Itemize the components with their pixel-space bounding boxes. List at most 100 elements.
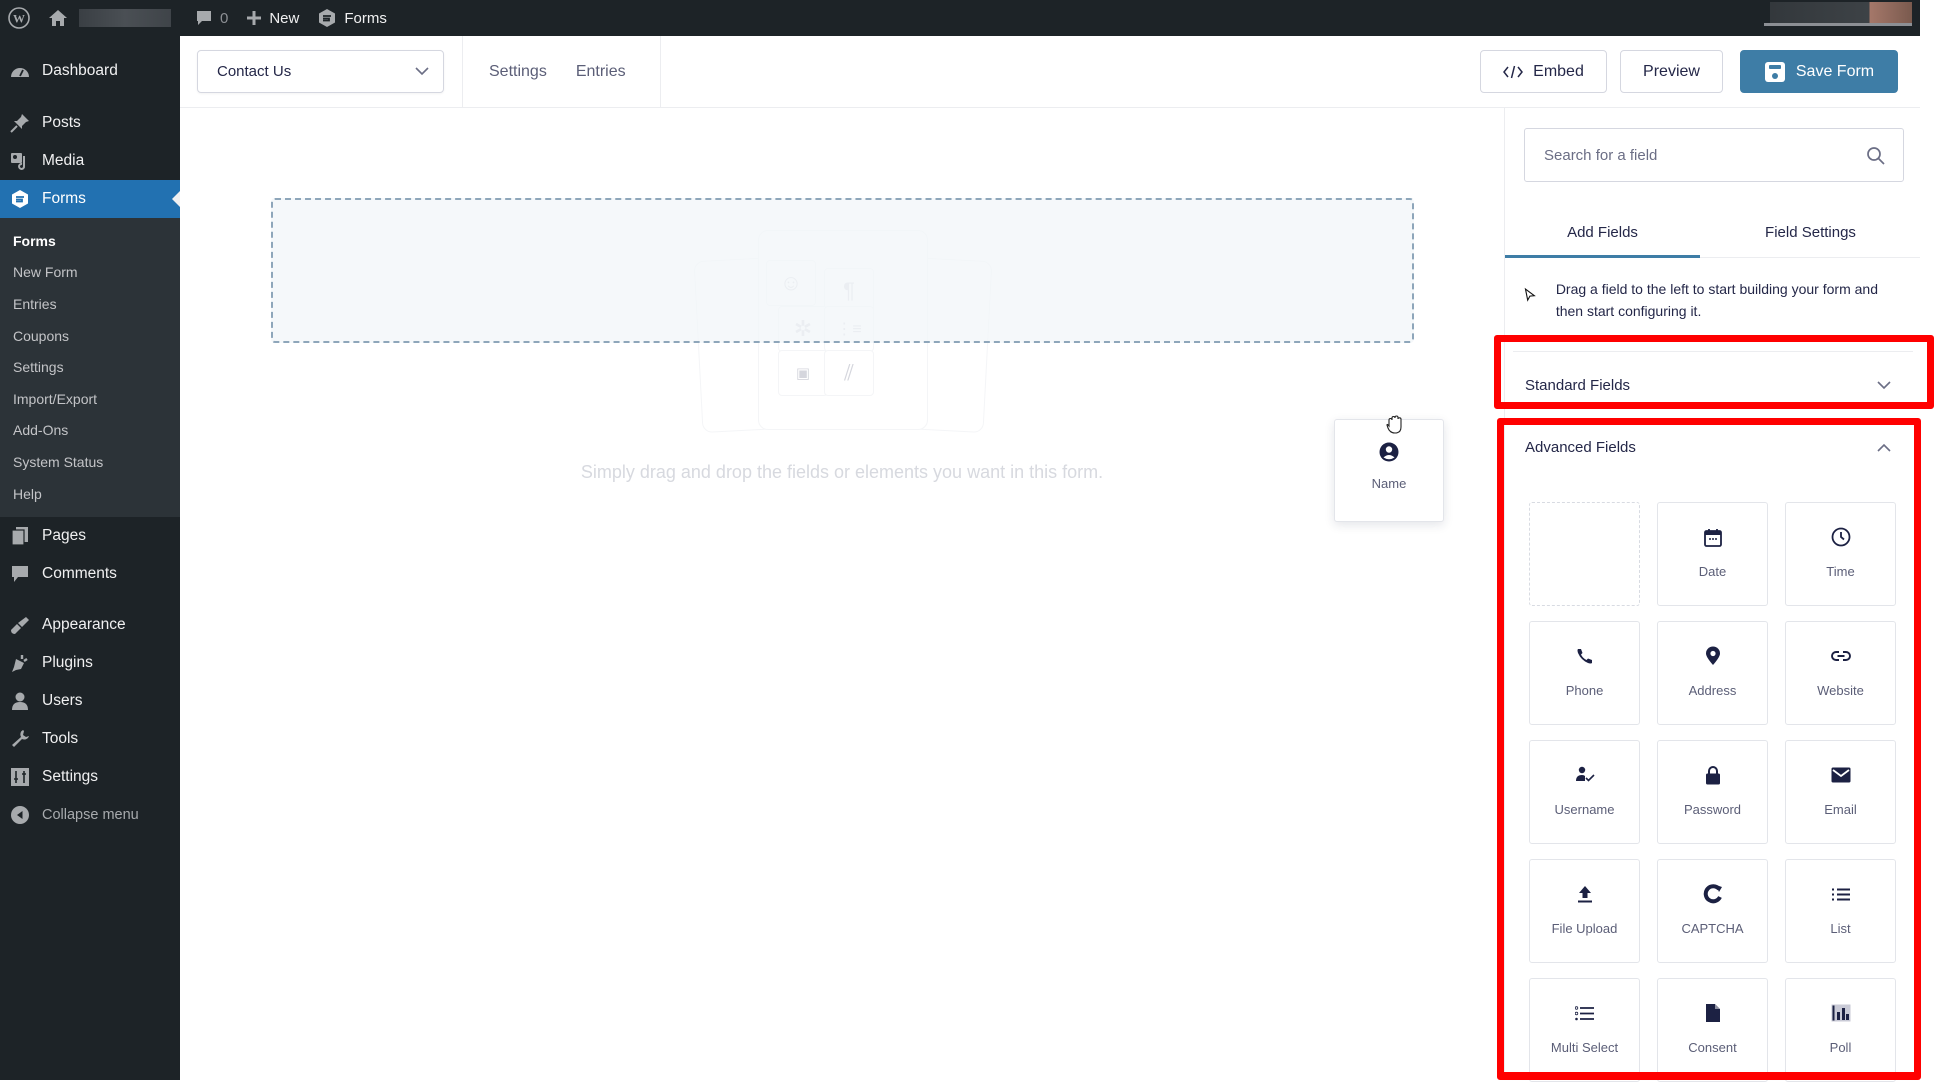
submenu-item-entries[interactable]: Entries <box>0 288 180 320</box>
field-button-website[interactable]: Website <box>1785 621 1896 725</box>
site-home-button[interactable] <box>39 0 180 36</box>
collapse-arrow-icon <box>10 805 30 825</box>
field-placeholder-slot <box>1529 502 1640 606</box>
chevron-down-icon <box>415 67 429 76</box>
menu-item-dashboard[interactable]: Dashboard <box>0 52 180 90</box>
slash-icon: ⫽ <box>824 350 874 396</box>
user-check-icon <box>1575 764 1595 786</box>
advanced-fields-grid: Date Time Phone Address Website Username… <box>1529 502 1896 1082</box>
form-canvas: ☺ ¶ ✲ ⋮≡ ▣ ⫽ Simply drag and drop the fi… <box>180 108 1504 1080</box>
save-form-label: Save Form <box>1795 62 1875 80</box>
field-label: Website <box>1817 683 1864 698</box>
menu-label: Media <box>42 152 85 169</box>
pointer-arrow-icon <box>1524 287 1536 302</box>
field-button-list[interactable]: List <box>1785 859 1896 963</box>
field-button-multi-select[interactable]: Multi Select <box>1529 978 1640 1082</box>
menu-item-comments[interactable]: Comments <box>0 555 180 593</box>
drag-hint: Drag a field to the left to start buildi… <box>1524 278 1904 322</box>
advanced-fields-toggle[interactable]: Advanced Fields <box>1513 426 1913 468</box>
list-icon <box>1831 883 1850 905</box>
field-label: Multi Select <box>1550 1040 1619 1055</box>
field-drop-zone[interactable] <box>271 198 1414 343</box>
field-button-date[interactable]: Date <box>1657 502 1768 606</box>
standard-fields-toggle[interactable]: Standard Fields <box>1513 351 1913 418</box>
toolbar-divider <box>462 36 463 108</box>
form-editor-toolbar: Contact Us Settings Entries Embed Previe… <box>180 36 1920 108</box>
standard-fields-title: Standard Fields <box>1525 376 1631 394</box>
page-edge <box>1920 0 1937 1080</box>
field-button-poll[interactable]: Poll <box>1785 978 1896 1082</box>
home-icon <box>49 10 67 26</box>
menu-label: Dashboard <box>42 62 118 79</box>
menu-label: Comments <box>42 565 117 583</box>
submenu-item-new-form[interactable]: New Form <box>0 257 180 289</box>
floppy-disk-icon <box>1764 61 1785 82</box>
toolbar-links: Settings Entries <box>489 36 626 108</box>
menu-item-forms[interactable]: Forms <box>0 180 180 218</box>
field-button-file-upload[interactable]: File Upload <box>1529 859 1640 963</box>
field-button-username[interactable]: Username <box>1529 740 1640 844</box>
sliders-icon <box>10 767 30 787</box>
upload-icon <box>1577 883 1592 905</box>
field-label: Poll <box>1829 1040 1852 1055</box>
entries-link[interactable]: Entries <box>576 63 626 81</box>
menu-item-appearance[interactable]: Appearance <box>0 606 180 644</box>
tab-field-settings[interactable]: Field Settings <box>1700 208 1921 257</box>
collapse-menu-button[interactable]: Collapse menu <box>0 796 180 834</box>
menu-label: Forms <box>42 190 86 207</box>
save-form-button[interactable]: Save Form <box>1740 50 1898 93</box>
user-icon <box>10 691 30 711</box>
dragging-field-label: Name <box>1371 476 1407 491</box>
field-button-time[interactable]: Time <box>1785 502 1896 606</box>
menu-item-pages[interactable]: Pages <box>0 517 180 555</box>
field-button-address[interactable]: Address <box>1657 621 1768 725</box>
toolbar-divider <box>660 36 661 108</box>
poll-icon <box>1831 1002 1851 1024</box>
field-button-captcha[interactable]: CAPTCHA <box>1657 859 1768 963</box>
new-content-button[interactable]: New <box>237 0 308 36</box>
field-button-email[interactable]: Email <box>1785 740 1896 844</box>
embed-button[interactable]: Embed <box>1480 50 1607 93</box>
search-icon <box>1867 146 1885 165</box>
menu-label: Users <box>42 692 83 710</box>
field-label: Phone <box>1565 683 1604 698</box>
menu-item-users[interactable]: Users <box>0 682 180 720</box>
submenu-item-settings[interactable]: Settings <box>0 351 180 383</box>
multi-select-icon <box>1575 1002 1594 1024</box>
submenu-item-help[interactable]: Help <box>0 478 180 510</box>
field-button-phone[interactable]: Phone <box>1529 621 1640 725</box>
account-divider <box>1764 23 1912 26</box>
submenu-item-system-status[interactable]: System Status <box>0 446 180 478</box>
menu-item-settings[interactable]: Settings <box>0 758 180 796</box>
form-switcher-select[interactable]: Contact Us <box>197 50 444 93</box>
forms-adminbar-button[interactable]: Forms <box>308 0 396 36</box>
pages-icon <box>10 526 30 546</box>
field-label: Password <box>1683 802 1742 817</box>
menu-item-tools[interactable]: Tools <box>0 720 180 758</box>
comments-button[interactable]: 0 <box>186 0 237 36</box>
field-button-password[interactable]: Password <box>1657 740 1768 844</box>
settings-link[interactable]: Settings <box>489 63 547 81</box>
field-label: Address <box>1688 683 1737 698</box>
field-button-consent[interactable]: Consent <box>1657 978 1768 1082</box>
comment-icon <box>10 564 30 584</box>
submenu-item-import-export[interactable]: Import/Export <box>0 383 180 415</box>
preview-label: Preview <box>1643 62 1700 80</box>
tab-add-fields[interactable]: Add Fields <box>1505 208 1700 258</box>
pin-icon <box>10 113 30 133</box>
menu-item-plugins[interactable]: Plugins <box>0 644 180 682</box>
submenu-item-coupons[interactable]: Coupons <box>0 320 180 352</box>
menu-item-media[interactable]: Media <box>0 142 180 180</box>
wordpress-logo-button[interactable]: W <box>0 0 39 36</box>
field-label: File Upload <box>1551 921 1618 936</box>
submenu-item-add-ons[interactable]: Add-Ons <box>0 415 180 447</box>
menu-label: Pages <box>42 527 86 545</box>
dashboard-icon <box>10 61 30 81</box>
forms-submenu: Forms New Form Entries Coupons Settings … <box>0 218 180 518</box>
field-label: Email <box>1824 802 1857 817</box>
menu-item-posts[interactable]: Posts <box>0 104 180 142</box>
field-search-input[interactable]: Search for a field <box>1524 128 1904 182</box>
field-label: Username <box>1554 802 1615 817</box>
submenu-item-forms[interactable]: Forms <box>0 225 180 257</box>
preview-button[interactable]: Preview <box>1620 50 1723 93</box>
